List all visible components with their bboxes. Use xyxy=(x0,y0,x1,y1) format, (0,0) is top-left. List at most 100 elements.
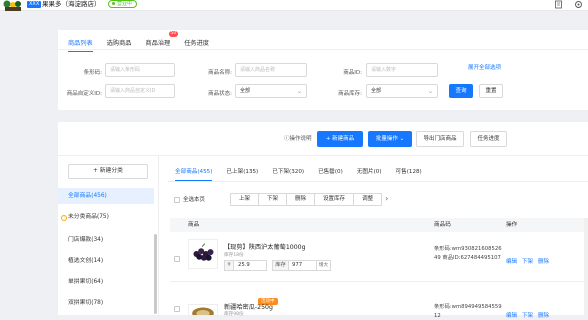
bulk-action-bar: 上架 下架 删除 设置库存 调整 › xyxy=(230,193,388,206)
sidebar-item-all-products[interactable]: 全部商品(456) xyxy=(58,188,154,204)
stock-label: 库存 xyxy=(273,261,289,270)
query-button[interactable]: 查询 xyxy=(449,84,473,98)
status-tabs-divider xyxy=(168,181,588,182)
expand-all-link[interactable]: 展开全部选项 xyxy=(468,63,501,71)
sidebar-item-uncategorized[interactable]: ! 未分类商品(75) xyxy=(58,209,154,225)
product-image[interactable] xyxy=(188,304,218,316)
product-title: 【现剪】陕西沪太葡萄1000g xyxy=(224,244,306,251)
shelf-off-link[interactable]: 下架 xyxy=(522,313,533,319)
chevron-down-icon: ⌄ xyxy=(427,88,433,95)
product-id-input[interactable]: 请输入数字 xyxy=(366,63,438,77)
row-actions: 编辑 下架 删除 xyxy=(506,257,554,265)
sidebar-border xyxy=(158,156,159,315)
barcode-input[interactable]: 请输入条形码 xyxy=(105,63,175,77)
sidebar-scrollbar[interactable] xyxy=(154,234,157,314)
status-label: 营业中 xyxy=(117,1,133,7)
product-stock-select[interactable]: 全部 ⌄ xyxy=(366,84,438,98)
governance-count-badge: 50 xyxy=(168,31,179,37)
shelf-on-button[interactable]: 上架 xyxy=(230,193,260,206)
set-stock-button[interactable]: 设置库存 xyxy=(314,193,355,206)
shop-tag: XXX xyxy=(27,1,42,8)
select-all-label: 全选本页 xyxy=(183,197,206,203)
stock-value: 977 xyxy=(292,262,303,268)
sidebar-item-single-cut[interactable]: 单拼果切(64) xyxy=(58,274,154,290)
tab-no-image[interactable]: 无图片(0) xyxy=(357,165,382,181)
currency-label: ¥ xyxy=(225,261,234,270)
stock-select-value: 全部 xyxy=(371,88,382,94)
tab-all-products[interactable]: 全部商品(455) xyxy=(175,165,213,181)
category-sidebar: + 新建分类 全部商品(456) ! 未分类商品(75) 门店爆款(34) 植选文… xyxy=(58,156,158,315)
task-progress-button[interactable]: 任务进度 xyxy=(470,131,507,147)
row-checkbox[interactable] xyxy=(174,306,180,312)
sidebar-item-store-hits[interactable]: 门店爆款(34) xyxy=(58,232,154,248)
export-store-products-button[interactable]: 导出门店商品 xyxy=(416,131,464,147)
table-row: 【现剪】陕西沪太葡萄1000g 库存18份 ¥25.9 库存 977 增大 条形码:… xyxy=(170,232,588,282)
select-all-checkbox[interactable] xyxy=(174,196,180,203)
settings-icon[interactable] xyxy=(574,0,583,9)
chevron-down-icon: ⌄ xyxy=(296,88,302,95)
product-stock-note: 库存18份 xyxy=(224,253,244,258)
adjust-button[interactable]: 调整 xyxy=(353,193,383,206)
select-all-page[interactable]: 全选本页 xyxy=(174,195,205,203)
status-select-value: 全部 xyxy=(240,88,251,94)
column-header-code: 商品码 xyxy=(434,222,451,228)
price-input[interactable]: ¥25.9 xyxy=(224,260,267,271)
shop-status-badge: 营业中 xyxy=(108,0,138,8)
sidebar-item-creative[interactable]: 植选文创(14) xyxy=(58,253,154,269)
row-actions: 编辑 下架 删除 xyxy=(506,311,554,319)
barcode-label: 条形码: xyxy=(83,70,102,76)
help-label: 操作说明 xyxy=(289,136,312,142)
table-scrollbar[interactable] xyxy=(584,218,588,315)
product-image[interactable] xyxy=(188,239,218,269)
edit-link[interactable]: 编辑 xyxy=(506,259,517,265)
product-stock-note: 库存98份 xyxy=(224,312,244,317)
status-dot-icon xyxy=(112,2,115,5)
tab-sellable[interactable]: 可售(128) xyxy=(396,165,422,181)
product-stock-label: 商品库存: xyxy=(338,91,362,97)
store-logo xyxy=(3,0,21,11)
product-status-select[interactable]: 全部 ⌄ xyxy=(235,84,307,98)
shelf-off-link[interactable]: 下架 xyxy=(522,259,533,265)
stock-more-button[interactable]: 增大 xyxy=(316,261,330,270)
batch-operation-button[interactable]: 批量操作 ⌄ xyxy=(368,131,412,147)
sidebar-item-double-cut[interactable]: 双拼果切(78) xyxy=(58,295,154,311)
product-name-input[interactable]: 请输入商品名称 xyxy=(235,63,307,77)
product-title: 新疆哈密瓜-250g xyxy=(224,304,273,311)
edit-link[interactable]: 编辑 xyxy=(506,313,517,319)
column-header-ops: 操作 xyxy=(506,222,518,228)
product-name-label: 商品名称: xyxy=(208,70,232,76)
delete-link[interactable]: 删除 xyxy=(538,313,549,319)
product-panel: ⓘ操作说明 + 新建商品 批量操作 ⌄ 导出门店商品 任务进度 + 新建分类 全… xyxy=(58,122,588,319)
new-category-button[interactable]: + 新建分类 xyxy=(68,164,148,179)
batch-label: 批量操作 xyxy=(375,136,398,142)
custom-id-input[interactable]: 请输入商品自定义ID xyxy=(105,84,175,98)
product-code: 条形码:wm930821608526 49 商品ID:627484495107 xyxy=(434,246,502,261)
delete-button[interactable]: 删除 xyxy=(286,193,316,206)
table-header: 商品 商品码 操作 xyxy=(170,218,588,232)
stock-input[interactable]: 库存 977 增大 xyxy=(272,260,331,271)
product-status-label: 商品状态: xyxy=(208,91,232,97)
sidebar-item-label: 未分类商品(75) xyxy=(68,214,109,220)
custom-id-label: 商品自定义ID: xyxy=(66,91,102,97)
row-checkbox[interactable] xyxy=(174,256,180,262)
tab-on-shelf[interactable]: 已上架(135) xyxy=(226,165,258,181)
tab-sold-out[interactable]: 已售罄(0) xyxy=(318,165,343,181)
delete-link[interactable]: 删除 xyxy=(538,259,549,265)
reset-button[interactable]: 重置 xyxy=(479,84,503,98)
price-value: 25.9 xyxy=(238,262,250,268)
new-product-button[interactable]: + 新建商品 xyxy=(317,131,363,147)
chevron-right-icon[interactable]: › xyxy=(385,193,388,206)
operation-help-link[interactable]: ⓘ操作说明 xyxy=(284,134,312,142)
warning-icon: ! xyxy=(61,215,67,221)
shop-name[interactable]: 果果多（海淀路店） xyxy=(42,0,101,9)
top-bar: XXX 果果多（海淀路店） 营业中 xyxy=(0,0,588,11)
column-header-product: 商品 xyxy=(188,222,200,228)
document-icon[interactable] xyxy=(554,0,563,9)
status-tabs: 全部商品(455) 已上架(135) 已下架(320) 已售罄(0) 无图片(0… xyxy=(175,165,436,181)
product-code: 条形码:wm894949584559 12 xyxy=(434,304,502,319)
tabs-divider xyxy=(58,49,588,50)
product-id-label: 商品ID: xyxy=(343,70,362,76)
table-row: 活动中 新疆哈密瓜-250g 库存98份 条形码:wm894949584559 … xyxy=(170,282,588,319)
shelf-off-button[interactable]: 下架 xyxy=(258,193,288,206)
tab-off-shelf[interactable]: 已下架(320) xyxy=(272,165,304,181)
